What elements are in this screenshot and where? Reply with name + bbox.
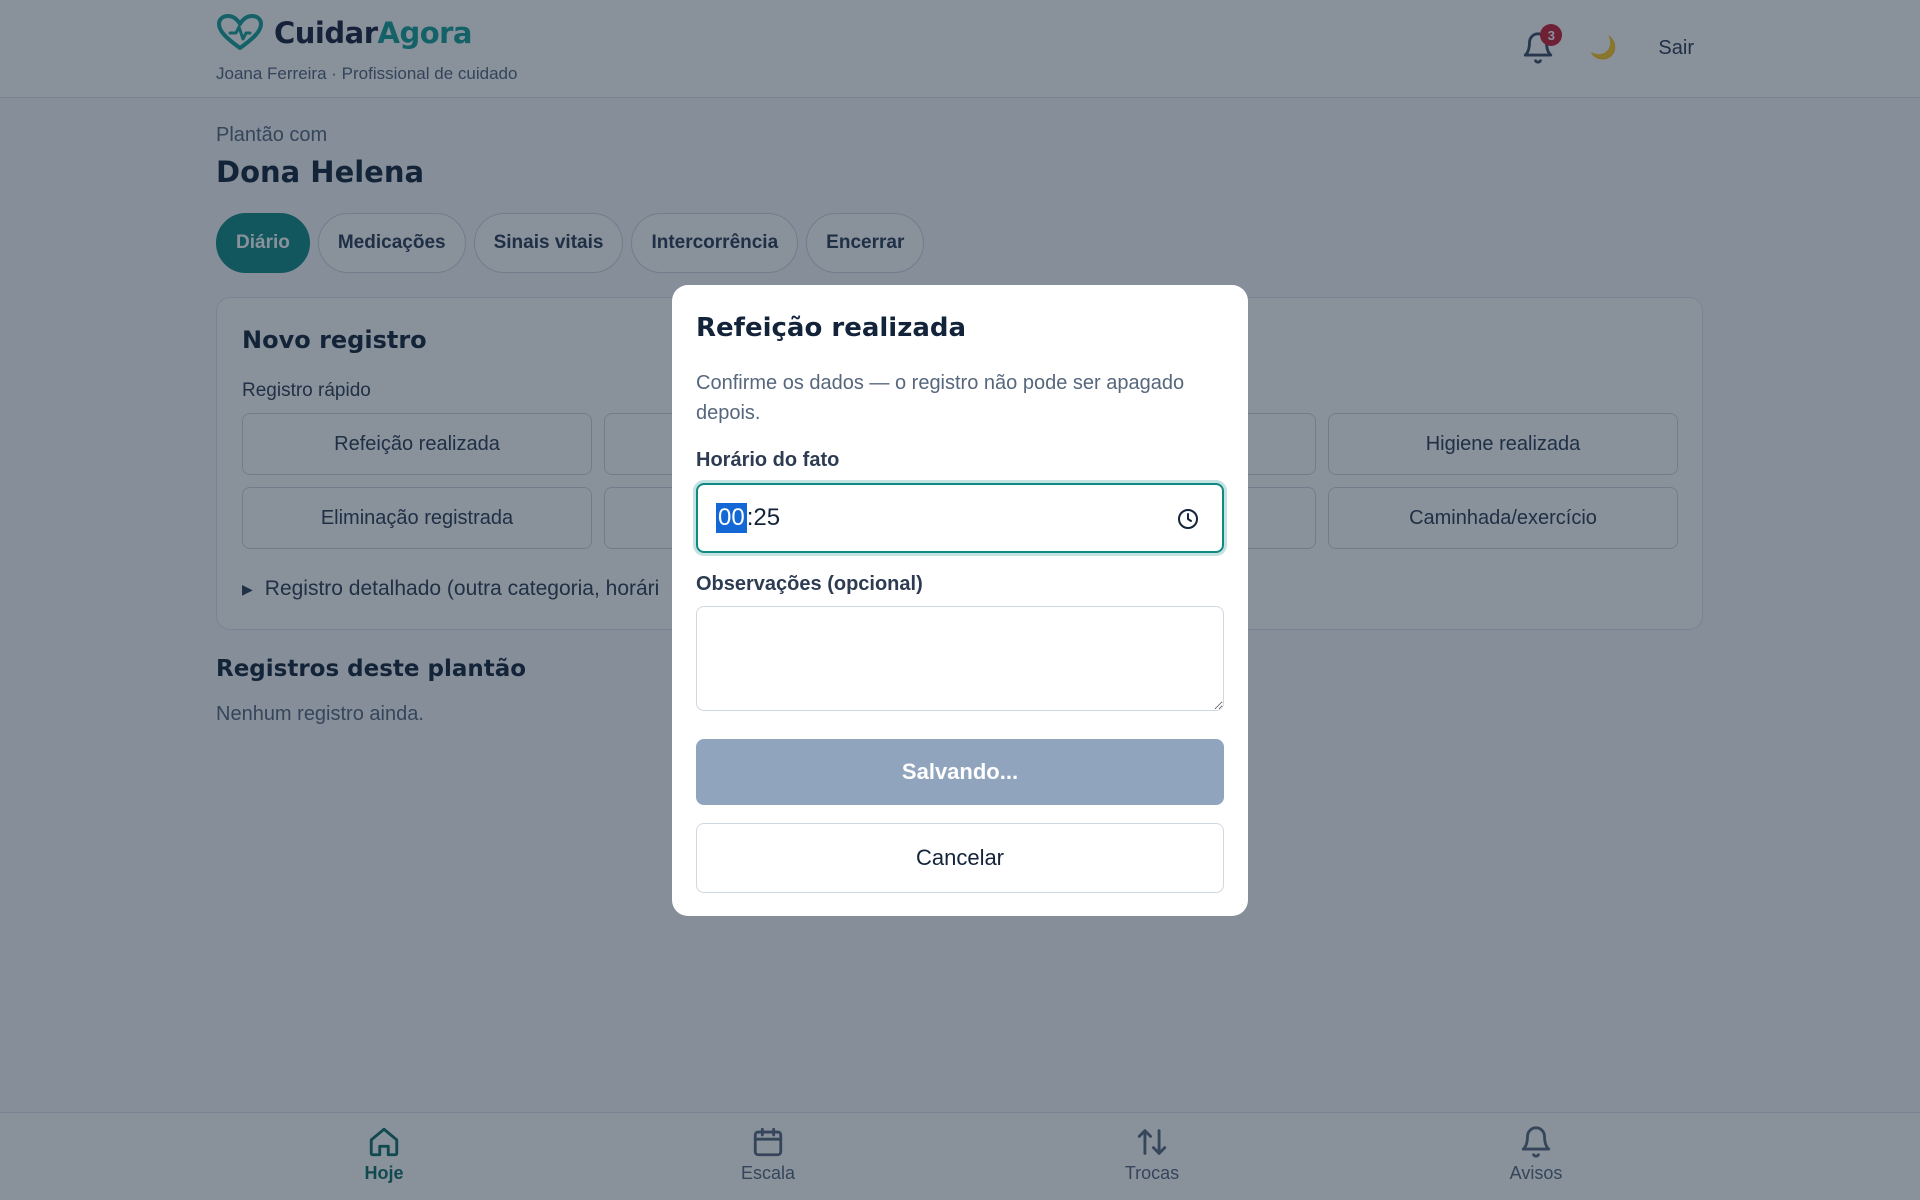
time-minutes-segment[interactable]: 25 — [753, 504, 780, 532]
time-hours-segment[interactable]: 00 — [716, 503, 747, 533]
modal-description: Confirme os dados — o registro não pode … — [696, 372, 1185, 424]
time-input[interactable]: 00:25 — [696, 483, 1224, 553]
modal-title: Refeição realizada — [696, 313, 967, 343]
clock-icon[interactable] — [1176, 507, 1200, 531]
notes-field-label: Observações (opcional) — [696, 573, 923, 595]
save-button[interactable]: Salvando... — [696, 739, 1224, 805]
cancel-button[interactable]: Cancelar — [696, 823, 1224, 893]
time-separator: : — [746, 504, 754, 531]
confirm-record-modal: Refeição realizada Confirme os dados — o… — [672, 285, 1248, 916]
notes-textarea[interactable] — [696, 606, 1224, 711]
time-field-label: Horário do fato — [696, 449, 840, 471]
app-root: CuidarAgora Joana Ferreira · Profissiona… — [0, 0, 1920, 1200]
